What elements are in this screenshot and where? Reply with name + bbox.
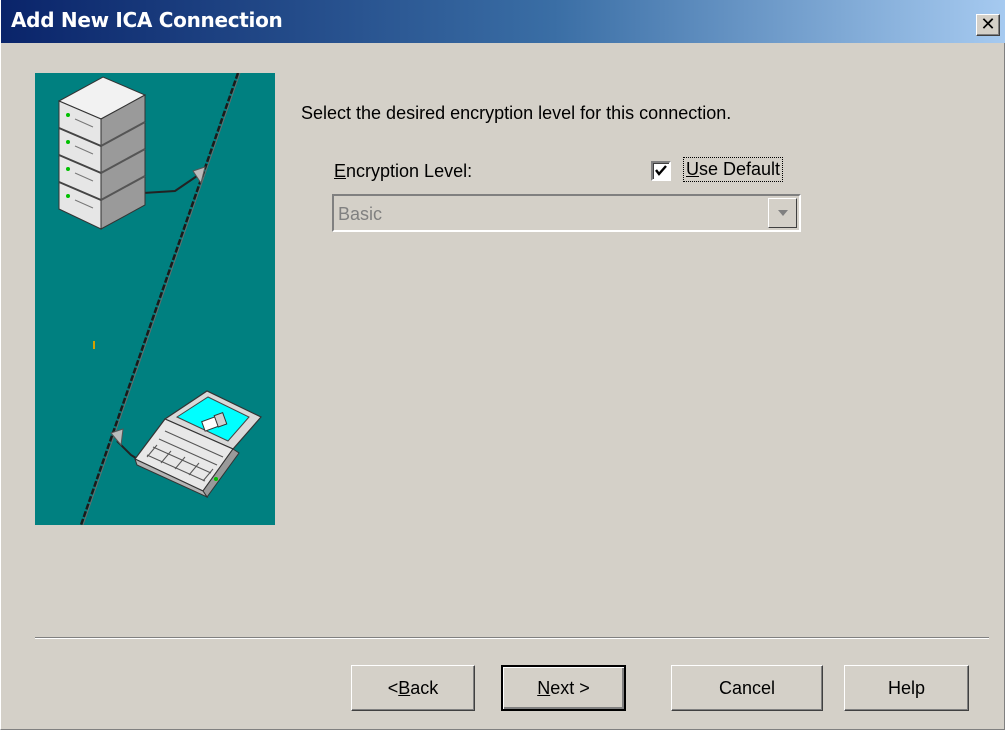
encryption-level-value: Basic <box>338 204 383 224</box>
cancel-button[interactable]: Cancel <box>671 665 823 711</box>
laptop-icon <box>134 390 262 499</box>
back-label: ack <box>410 677 439 698</box>
use-default-text: se Default <box>699 159 781 179</box>
encryption-level-dropdown[interactable]: Basic <box>332 194 801 232</box>
network-illustration-graphic <box>57 73 262 525</box>
encryption-label-mnemonic: E <box>334 161 347 181</box>
encryption-level-label: Encryption Level: <box>334 161 472 182</box>
back-prefix: < <box>387 677 399 698</box>
dialog-window: Add New ICA Connection ✕ Select the desi… <box>0 0 1005 730</box>
use-default-mnemonic: U <box>686 159 699 179</box>
checkmark-icon <box>655 165 667 176</box>
button-separator <box>35 637 989 639</box>
wizard-illustration <box>35 73 275 525</box>
back-button[interactable]: < Back <box>351 665 475 711</box>
cancel-label: Cancel <box>718 677 776 698</box>
back-mnemonic: B <box>398 677 411 698</box>
encryption-label-text: ncryption Level: <box>346 161 473 181</box>
next-button[interactable]: Next > <box>501 665 626 711</box>
next-mnemonic: N <box>537 677 551 698</box>
server-stack-icon <box>57 76 147 230</box>
help-label: Help <box>887 677 926 698</box>
encryption-prompt: Select the desired encryption level for … <box>301 103 732 123</box>
use-default-checkbox[interactable] <box>651 161 671 181</box>
close-button[interactable]: ✕ <box>976 14 1000 36</box>
title-bar[interactable]: Add New ICA Connection ✕ <box>1 0 1005 43</box>
next-label: ext > <box>550 677 590 698</box>
window-title: Add New ICA Connection <box>11 8 283 32</box>
close-icon: ✕ <box>980 14 996 35</box>
chevron-down-icon <box>778 210 788 216</box>
help-button[interactable]: Help <box>844 665 969 711</box>
use-default-label[interactable]: Use Default <box>683 157 784 182</box>
dropdown-arrow-button[interactable] <box>768 198 797 228</box>
